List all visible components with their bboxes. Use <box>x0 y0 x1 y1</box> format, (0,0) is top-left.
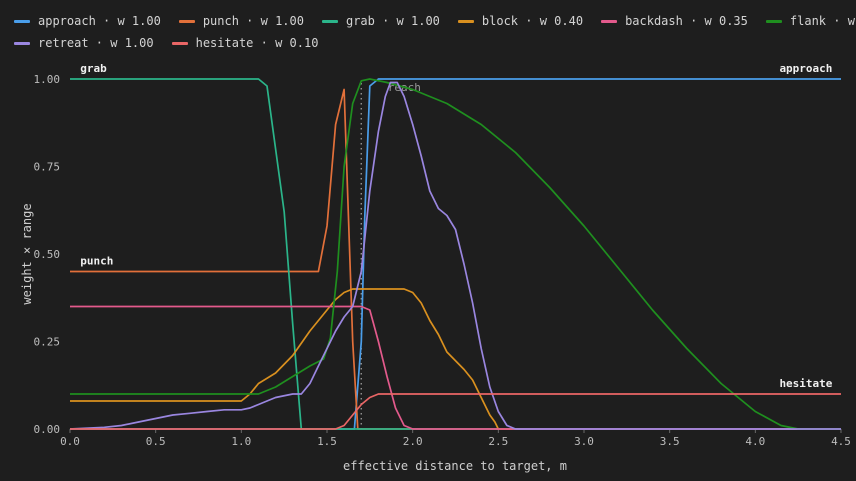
series-line-flank <box>70 78 841 430</box>
x-axis-label: effective distance to target, m <box>343 459 567 473</box>
y-axis-label: weight × range <box>20 203 34 304</box>
series-line-approach <box>70 78 841 430</box>
series-line-retreat <box>69 81 841 430</box>
x-tick-label: 3.0 <box>574 435 594 448</box>
x-tick-label: 2.5 <box>488 435 508 448</box>
annotation-label: approach <box>779 62 832 75</box>
series-lines <box>69 78 841 430</box>
y-tick-label: 1.00 <box>34 73 61 86</box>
y-tick-label: 0.50 <box>34 248 61 261</box>
series-line-backdash <box>70 305 841 430</box>
x-tick-label: 4.0 <box>745 435 765 448</box>
axes: 0.0 0.5 1.0 1.5 2.0 2.5 3.0 3.5 4.0 4.5 0.00 0.25 0.… <box>34 73 851 448</box>
x-tick-label: 1.0 <box>231 435 251 448</box>
y-tick-label: 0.00 <box>34 423 61 436</box>
annotation-label: punch <box>80 255 113 268</box>
annotation-label: grab <box>80 62 107 75</box>
x-tick-label: 1.5 <box>317 435 337 448</box>
series-line-hesitate <box>70 393 841 430</box>
annotations: grab approach punch hesitate <box>80 62 833 390</box>
line-chart: 0.0 0.5 1.0 1.5 2.0 2.5 3.0 3.5 4.0 4.5 0.00 0.25 0.… <box>20 62 851 473</box>
series-line-grab <box>70 78 841 430</box>
x-tick-label: 0.0 <box>60 435 80 448</box>
x-tick-label: 4.5 <box>831 435 851 448</box>
series-line-punch <box>70 88 841 430</box>
series-line-block <box>70 288 841 430</box>
x-tick-label: 0.5 <box>146 435 166 448</box>
reach-marker: reach <box>360 81 421 429</box>
x-tick-label: 2.0 <box>403 435 423 448</box>
y-tick-label: 0.75 <box>34 161 61 174</box>
x-tick-label: 3.5 <box>660 435 680 448</box>
annotation-label: hesitate <box>779 377 832 390</box>
y-tick-label: 0.25 <box>34 336 61 349</box>
